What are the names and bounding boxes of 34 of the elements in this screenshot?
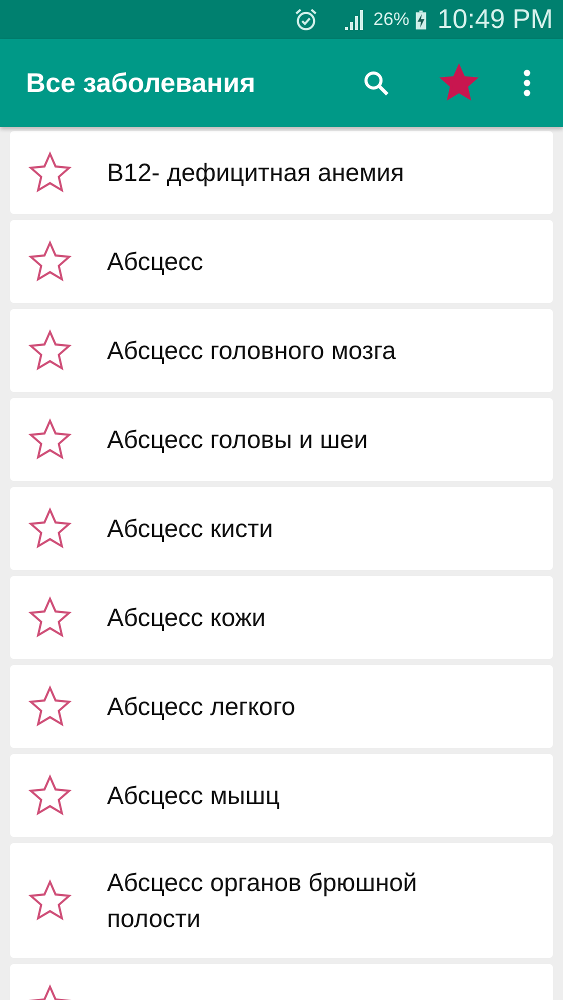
disease-card[interactable]: Абсцесс мышц: [10, 754, 553, 837]
disease-name: B12- дефицитная анемия: [107, 158, 406, 188]
star-icon: [439, 63, 479, 103]
disease-card[interactable]: Абсцесс головного мозга: [10, 309, 553, 392]
disease-name: Абсцесс головного мозга: [107, 336, 397, 366]
clock-time: 10:49 PM: [437, 4, 553, 35]
disease-name: Абсцесс кожи: [107, 602, 267, 634]
disease-name: Абсцесс головы и шеи: [107, 424, 369, 456]
favorite-star-icon[interactable]: [27, 150, 73, 196]
favorite-star-icon[interactable]: [27, 328, 73, 374]
disease-name: Абсцесс кисти: [107, 514, 274, 544]
favorite-star-icon[interactable]: [27, 238, 73, 284]
disease-card[interactable]: Абсцесс кожи: [10, 576, 553, 659]
favorite-star-icon[interactable]: [27, 506, 73, 552]
battery-charging-icon: [415, 8, 428, 30]
battery-percent: 26%: [373, 9, 410, 30]
disease-card[interactable]: Абсцесс головы и шеи: [10, 398, 553, 481]
favorite-star-icon[interactable]: [27, 772, 73, 818]
alarm-clock-icon: [293, 6, 320, 32]
disease-card[interactable]: Абсцесс кисти: [10, 487, 553, 570]
disease-name: Абсцесс мышц: [107, 780, 281, 812]
disease-name: Абсцесс органов брюшной полости: [107, 868, 418, 934]
favorite-star-icon[interactable]: [27, 416, 73, 462]
disease-card[interactable]: Абсцесс органов брюшной полости: [10, 843, 553, 958]
disease-card[interactable]: Абсцесс: [10, 220, 553, 303]
disease-card[interactable]: B12- дефицитная анемия: [10, 131, 553, 214]
more-icon: [523, 68, 531, 98]
screen-title: Все заболевания: [26, 68, 256, 98]
disease-card[interactable]: Абсцесс легкого: [10, 665, 553, 748]
favorite-star-icon[interactable]: [27, 594, 73, 640]
favorite-star-icon[interactable]: [27, 878, 73, 924]
favorite-star-icon[interactable]: [27, 684, 73, 730]
disease-name: Абсцесс: [107, 246, 204, 278]
disease-name: Абсцесс легкого: [107, 692, 296, 722]
